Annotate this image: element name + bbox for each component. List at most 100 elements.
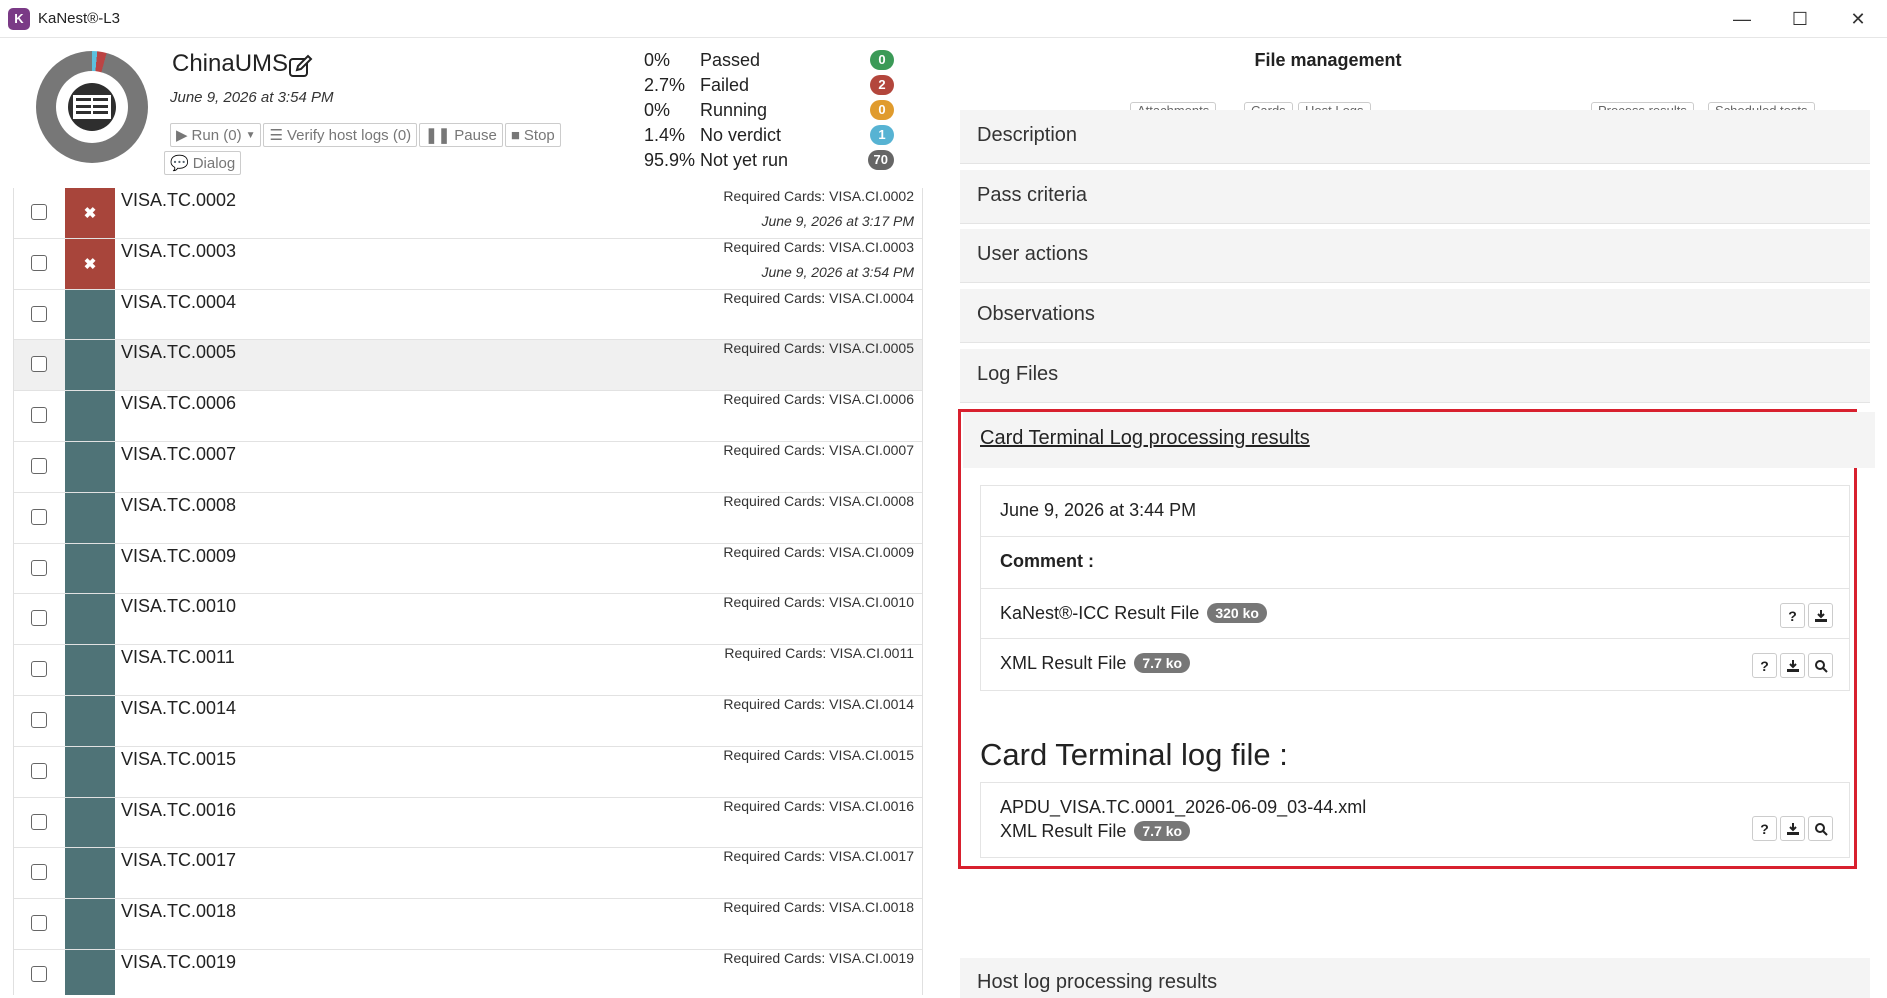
testcase-row[interactable]: VISA.TC.0018 Required Cards: VISA.CI.0018: [14, 899, 922, 950]
search-icon[interactable]: [1808, 816, 1833, 841]
row-checkbox[interactable]: [31, 711, 47, 728]
section-observations[interactable]: Observations: [960, 289, 1870, 343]
required-cards: Required Cards: VISA.CI.0014: [723, 695, 914, 712]
edit-icon[interactable]: [287, 54, 313, 80]
status-bar: [65, 492, 115, 543]
status-bar: [65, 949, 115, 995]
file-label: XML Result File: [1000, 821, 1127, 841]
chevron-down-icon: ▼: [245, 129, 256, 141]
file-size-badge: 7.7 ko: [1134, 821, 1191, 841]
stat-label: No verdict: [700, 125, 782, 145]
dialog-label: Dialog: [192, 154, 236, 172]
testcase-row[interactable]: VISA.TC.0005 Required Cards: VISA.CI.0005: [14, 340, 922, 392]
verify-host-logs-button[interactable]: ☰ Verify host logs (0): [263, 123, 418, 147]
required-cards: Required Cards: VISA.CI.0019: [723, 949, 914, 966]
stat-count-badge: 1: [870, 125, 894, 145]
row-checkbox[interactable]: [31, 457, 47, 474]
status-bar: [65, 543, 115, 594]
section-card-terminal-results[interactable]: Card Terminal Log processing results: [963, 412, 1875, 468]
download-icon[interactable]: [1780, 653, 1805, 678]
pause-label: Pause: [454, 126, 497, 144]
required-cards: Required Cards: VISA.CI.0018: [723, 899, 914, 916]
status-bar: [65, 340, 115, 391]
verdict-stats: 0% Passed 0 2.7% Failed 2 0% Running 0 1…: [644, 50, 894, 175]
section-pass-criteria[interactable]: Pass criteria: [960, 170, 1870, 224]
row-checkbox[interactable]: [31, 254, 47, 271]
testcase-row[interactable]: VISA.TC.0014 Required Cards: VISA.CI.0014: [14, 695, 922, 747]
row-checkbox[interactable]: [31, 610, 47, 627]
failed-status-icon: ✖: [65, 238, 115, 289]
row-checkbox[interactable]: [31, 305, 47, 322]
help-icon[interactable]: ?: [1752, 816, 1777, 841]
testcase-name: VISA.TC.0016: [121, 799, 237, 820]
section-log-files[interactable]: Log Files: [960, 349, 1870, 403]
stat-label: Running: [700, 100, 768, 120]
testcase-row[interactable]: VISA.TC.0011 Required Cards: VISA.CI.0011: [14, 645, 922, 696]
testcase-name: VISA.TC.0017: [121, 850, 237, 871]
testcase-row[interactable]: VISA.TC.0015 Required Cards: VISA.CI.0015: [14, 746, 922, 798]
dialog-button[interactable]: 💬 Dialog: [164, 151, 242, 175]
row-checkbox[interactable]: [31, 356, 47, 373]
testcase-row[interactable]: VISA.TC.0019 Required Cards: VISA.CI.0019: [14, 949, 922, 995]
download-icon[interactable]: [1808, 603, 1833, 628]
row-checkbox[interactable]: [31, 559, 47, 576]
section-host-log-results[interactable]: Host log processing results: [960, 958, 1870, 998]
pause-button[interactable]: ❚❚ Pause: [419, 123, 503, 147]
row-checkbox[interactable]: [31, 813, 47, 830]
stat-not-yet-run: 95.9% Not yet run 70: [644, 150, 894, 175]
result-date: June 9, 2026 at 3:44 PM: [981, 486, 1849, 537]
status-bar: [65, 441, 115, 492]
testcase-row[interactable]: VISA.TC.0009 Required Cards: VISA.CI.0009: [14, 543, 922, 595]
file-size-badge: 7.7 ko: [1134, 653, 1191, 673]
testcase-row[interactable]: VISA.TC.0006 Required Cards: VISA.CI.0006: [14, 391, 922, 442]
required-cards: Required Cards: VISA.CI.0010: [723, 594, 914, 611]
title-bar: K KaNest®-L3 — ☐ ✕: [0, 0, 1887, 38]
required-cards: Required Cards: VISA.CI.0016: [723, 797, 914, 814]
testcase-row[interactable]: VISA.TC.0016 Required Cards: VISA.CI.0016: [14, 797, 922, 849]
card-terminal-log-title: Card Terminal log file :: [980, 737, 1288, 772]
testcase-row[interactable]: ✖ VISA.TC.0002 Required Cards: VISA.CI.000…: [14, 188, 922, 239]
result-file-row: KaNest®-ICC Result File 320 ko ?: [981, 588, 1849, 639]
run-button[interactable]: ▶ Run (0) ▼: [170, 123, 262, 147]
stop-button[interactable]: ■ Stop: [504, 123, 561, 147]
row-checkbox[interactable]: [31, 407, 47, 424]
help-icon[interactable]: ?: [1780, 603, 1805, 628]
testcase-name: VISA.TC.0007: [121, 443, 237, 464]
row-checkbox[interactable]: [31, 864, 47, 881]
section-user-actions[interactable]: User actions: [960, 229, 1870, 283]
log-xml-row: XML Result File 7.7 ko: [1000, 821, 1191, 842]
testcase-name: VISA.TC.0014: [121, 697, 237, 718]
testcase-row[interactable]: VISA.TC.0010 Required Cards: VISA.CI.0010: [14, 594, 922, 646]
testcase-row[interactable]: VISA.TC.0007 Required Cards: VISA.CI.0007: [14, 441, 922, 493]
download-icon[interactable]: [1780, 816, 1805, 841]
section-description[interactable]: Description: [960, 110, 1870, 164]
status-bar: [65, 695, 115, 746]
row-checkbox[interactable]: [31, 508, 47, 525]
close-button[interactable]: ✕: [1829, 0, 1887, 38]
pause-icon: ❚❚: [425, 127, 451, 144]
file-size-badge: 320 ko: [1207, 603, 1267, 623]
row-checkbox[interactable]: [31, 762, 47, 779]
testcase-name: VISA.TC.0015: [121, 748, 237, 769]
file-management-panel: File management Attachments Cards Host L…: [958, 38, 1887, 998]
log-file-block: APDU_VISA.TC.0001_2026-06-09_03-44.xml X…: [980, 782, 1850, 858]
help-icon[interactable]: ?: [1752, 653, 1777, 678]
maximize-button[interactable]: ☐: [1771, 0, 1829, 38]
results-block: June 9, 2026 at 3:44 PM Comment : KaNest…: [980, 485, 1850, 691]
stat-pct: 2.7%: [644, 75, 686, 95]
status-bar: [65, 645, 115, 695]
row-checkbox[interactable]: [31, 661, 47, 678]
row-checkbox[interactable]: [31, 204, 47, 220]
testcase-name: VISA.TC.0002: [121, 190, 237, 210]
minimize-button[interactable]: —: [1713, 0, 1771, 38]
card-terminal-icon: [68, 83, 116, 131]
required-cards: Required Cards: VISA.CI.0006: [723, 391, 914, 408]
status-bar: [65, 391, 115, 441]
row-checkbox[interactable]: [31, 915, 47, 932]
testcase-row[interactable]: VISA.TC.0017 Required Cards: VISA.CI.0017: [14, 848, 922, 900]
row-checkbox[interactable]: [31, 965, 47, 982]
testcase-row[interactable]: VISA.TC.0008 Required Cards: VISA.CI.0008: [14, 492, 922, 544]
testcase-row[interactable]: VISA.TC.0004 Required Cards: VISA.CI.0004: [14, 289, 922, 341]
testcase-row[interactable]: ✖ VISA.TC.0003 Required Cards: VISA.CI.000…: [14, 238, 922, 290]
search-icon[interactable]: [1808, 653, 1833, 678]
